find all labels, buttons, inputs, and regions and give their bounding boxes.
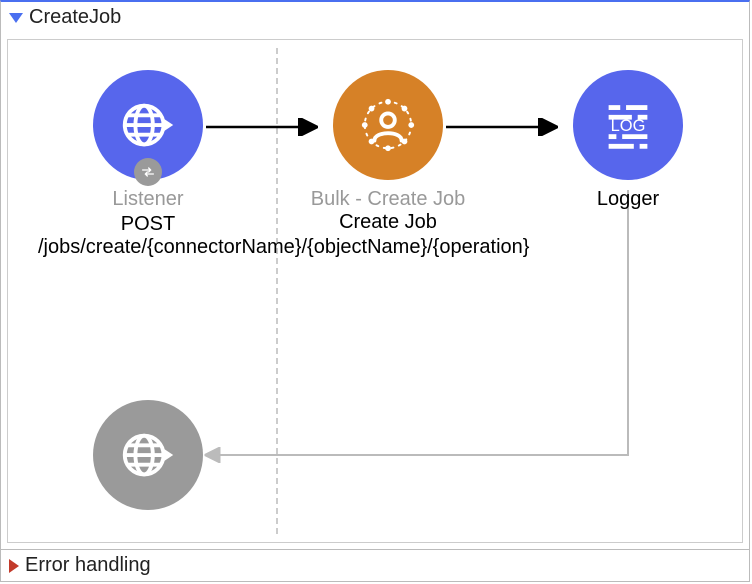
error-handling-header[interactable]: Error handling (1, 549, 749, 581)
node-type-label: Bulk - Create Job (278, 188, 498, 211)
listener-icon-circle (93, 70, 203, 180)
flow-title: CreateJob (29, 6, 121, 29)
globe-arrow-icon (117, 424, 179, 486)
node-logger[interactable]: LOG Logger (518, 70, 738, 211)
logger-icon-circle: LOG (573, 70, 683, 180)
svg-text:LOG: LOG (611, 117, 646, 135)
flow-header[interactable]: CreateJob (1, 2, 749, 33)
globe-arrow-icon (117, 94, 179, 156)
node-create-job[interactable]: Bulk - Create Job Create Job (278, 70, 498, 234)
flow-panel: CreateJob (0, 0, 750, 582)
chevron-down-icon (9, 13, 23, 23)
flow-canvas[interactable]: Listener POST /jobs/create/{connectorNam… (7, 39, 743, 543)
log-icon: LOG (597, 94, 659, 156)
node-listener[interactable]: Listener POST /jobs/create/{connectorNam… (38, 70, 258, 259)
chevron-right-icon (9, 559, 19, 573)
node-display-label: Logger (518, 188, 738, 211)
exchange-badge-icon (134, 158, 162, 186)
user-beads-icon (357, 94, 419, 156)
node-response[interactable] (38, 400, 258, 518)
response-icon-circle (93, 400, 203, 510)
node-type-label: Listener (38, 188, 258, 211)
error-section-title: Error handling (25, 554, 151, 577)
node-path-label: POST /jobs/create/{connectorName}/{objec… (38, 213, 258, 259)
node-display-label: Create Job (278, 211, 498, 234)
createjob-icon-circle (333, 70, 443, 180)
